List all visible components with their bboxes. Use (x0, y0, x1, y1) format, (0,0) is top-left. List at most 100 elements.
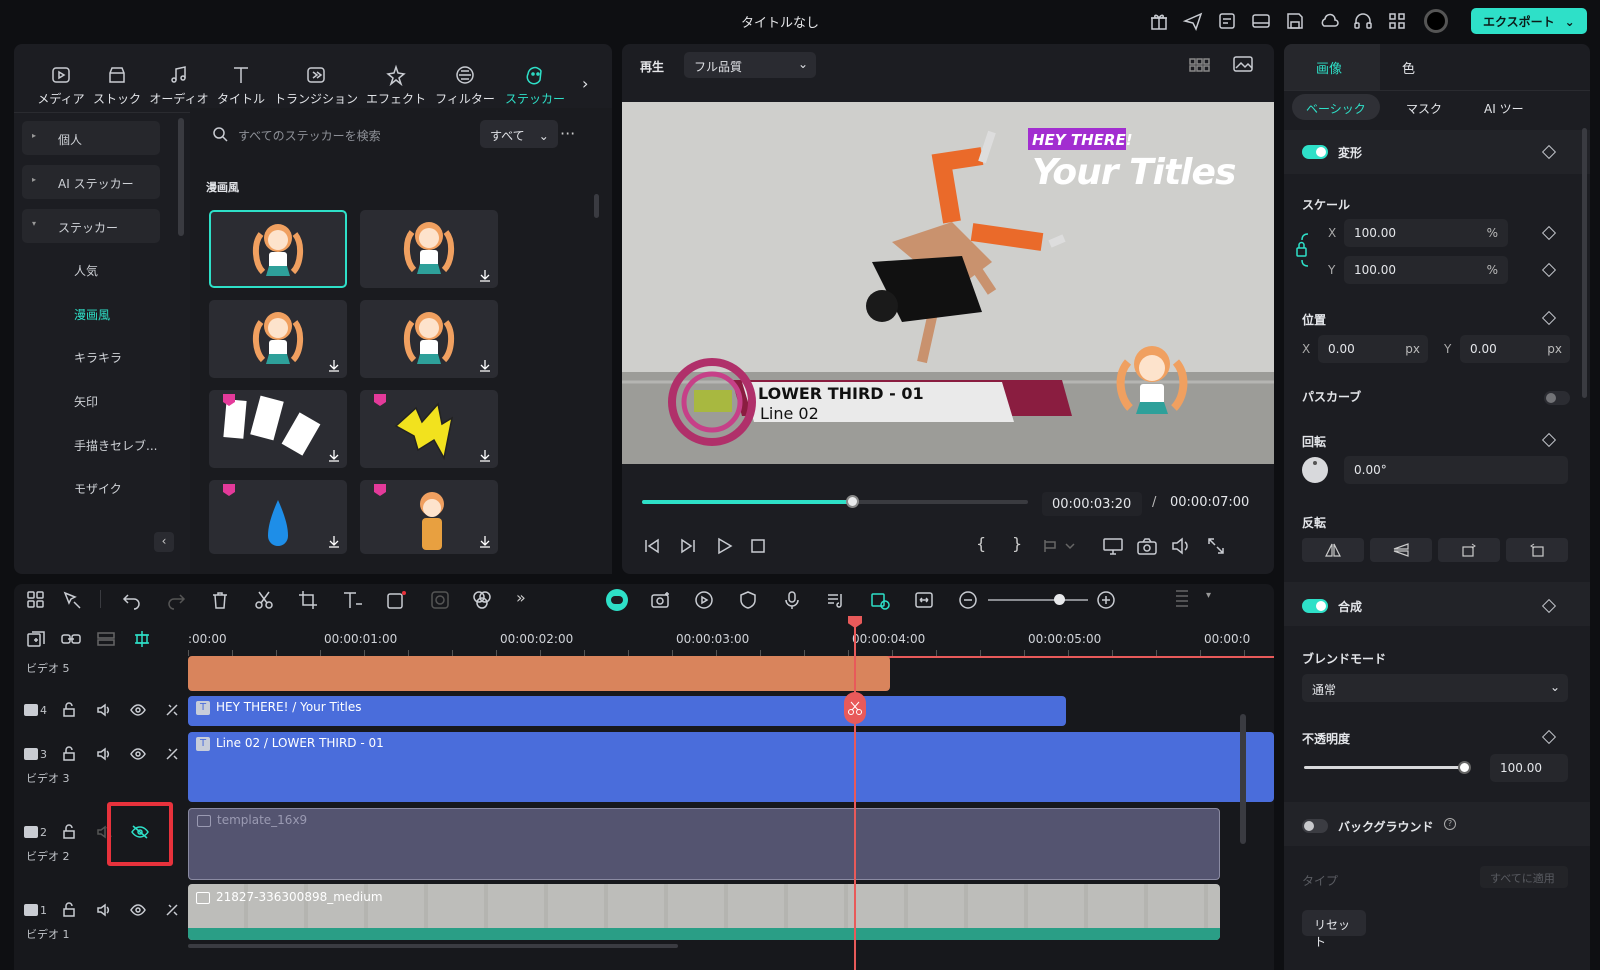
sidebar-scrollbar[interactable] (178, 118, 184, 236)
search-input[interactable]: すべてのステッカーを検索 (206, 120, 462, 148)
title-clip[interactable]: T HEY THERE! / Your Titles (188, 696, 1066, 726)
scale-y-input[interactable]: 100.00% (1344, 256, 1508, 284)
track-height-icon[interactable] (1174, 588, 1190, 612)
keyframe-icon[interactable] (1541, 432, 1557, 448)
sidebar-sub-arrow[interactable]: 矢印 (74, 393, 98, 410)
text-tool-icon[interactable] (342, 590, 364, 610)
sticker-thumb-8[interactable] (360, 480, 498, 554)
track-manager-icon[interactable] (96, 630, 116, 648)
lock-icon[interactable] (62, 824, 76, 840)
ai-assistant-icon[interactable] (606, 589, 628, 611)
mute-wand-icon[interactable] (164, 702, 180, 718)
keyframe-icon[interactable] (1541, 262, 1557, 278)
stop-icon[interactable] (748, 536, 768, 556)
cloud-icon[interactable] (1318, 10, 1340, 32)
sidebar-sub-sparkle[interactable]: キラキラ (74, 349, 122, 366)
lock-icon[interactable] (62, 746, 76, 762)
subtab-basic[interactable]: ベーシック (1292, 94, 1380, 120)
save-icon[interactable] (1284, 10, 1306, 32)
sticker-thumb-7[interactable] (209, 480, 347, 554)
tab-audio[interactable]: オーディオ (148, 64, 210, 107)
grid-view-icon[interactable] (1188, 56, 1210, 74)
task-icon[interactable] (1216, 10, 1238, 32)
tab-color[interactable]: 色 (1402, 58, 1415, 77)
shield-icon[interactable] (738, 590, 758, 610)
more-tools-icon[interactable]: » (516, 588, 526, 607)
select-tool-icon[interactable] (62, 590, 84, 610)
display-icon[interactable] (1102, 536, 1124, 556)
video-canvas[interactable]: HEY THERE! Your Titles LOWER THIRD - 01 … (622, 102, 1274, 464)
timeline-vscroll[interactable] (1240, 714, 1246, 844)
background-toggle[interactable] (1302, 819, 1328, 833)
sticker-thumb-2[interactable] (360, 210, 498, 288)
transform-toggle[interactable] (1302, 145, 1328, 159)
tab-sticker[interactable]: ステッカー (502, 64, 568, 107)
lock-icon[interactable] (1294, 230, 1318, 270)
props-scrollbar[interactable] (1582, 128, 1587, 398)
filter-dropdown[interactable]: すべて ⌄ (480, 120, 558, 148)
apps-icon[interactable] (1386, 10, 1408, 32)
eye-hidden-icon[interactable] (131, 824, 149, 840)
color-match-icon[interactable] (472, 590, 492, 610)
grid-scrollbar[interactable] (594, 194, 599, 218)
sticker-clip[interactable] (188, 656, 890, 691)
opacity-slider-knob[interactable] (1458, 761, 1471, 774)
current-time[interactable]: 00:00:03:20 (1042, 492, 1142, 516)
zoom-in-icon[interactable] (1096, 590, 1116, 610)
link-icon[interactable] (60, 630, 82, 648)
shape-icon[interactable] (386, 590, 408, 610)
undo-icon[interactable] (122, 590, 142, 610)
sidebar-sub-manga[interactable]: 漫画風 (74, 306, 110, 323)
fit-icon[interactable] (914, 590, 934, 610)
tab-effect[interactable]: エフェクト (364, 64, 428, 107)
rotate-cw-button[interactable] (1438, 538, 1500, 562)
blend-mode-dropdown[interactable]: 通常 ⌄ (1302, 674, 1568, 702)
tab-image[interactable]: 画像 (1316, 58, 1342, 77)
eye-icon[interactable] (130, 703, 146, 717)
position-y-input[interactable]: 0.00 px (1460, 335, 1570, 363)
caret-down-icon[interactable]: ▾ (1206, 590, 1211, 601)
rotate-ccw-button[interactable] (1506, 538, 1568, 562)
subtab-ai-tools[interactable]: AI ツー (1470, 94, 1538, 120)
sticker-thumb-4[interactable] (360, 300, 498, 378)
progress-knob[interactable] (846, 495, 859, 508)
layout-grid-icon[interactable] (26, 590, 46, 610)
sidebar-item-sticker[interactable]: ▾ ステッカー (22, 209, 160, 243)
keyframe-icon[interactable] (1541, 729, 1557, 745)
microphone-icon[interactable] (782, 590, 802, 610)
sticker-thumb-5[interactable] (209, 390, 347, 468)
snapshot-view-icon[interactable] (1232, 54, 1254, 74)
sticker-thumb-3[interactable] (209, 300, 347, 378)
layout-icon[interactable] (1250, 10, 1272, 32)
mute-wand-icon[interactable] (164, 902, 180, 918)
lock-icon[interactable] (62, 902, 76, 918)
eye-icon[interactable] (130, 903, 146, 917)
tab-title[interactable]: タイトル (212, 64, 270, 107)
crop-icon[interactable] (298, 590, 318, 610)
mark-in-icon[interactable]: { (976, 534, 986, 553)
auto-play-icon[interactable] (694, 590, 714, 610)
reset-button[interactable]: リセット (1302, 910, 1366, 949)
snap-icon[interactable] (132, 630, 152, 648)
chevron-right-icon[interactable]: › (582, 74, 588, 93)
zoom-out-icon[interactable] (958, 590, 978, 610)
fullscreen-icon[interactable] (1206, 536, 1226, 556)
camera-icon[interactable] (1136, 536, 1158, 556)
tab-filter[interactable]: フィルター (432, 64, 498, 107)
lower-third-clip[interactable]: T Line 02 / LOWER THIRD - 01 (188, 732, 1274, 802)
headset-icon[interactable] (1352, 10, 1374, 32)
play-icon[interactable] (714, 536, 734, 556)
flip-horizontal-button[interactable] (1302, 538, 1364, 562)
mark-out-icon[interactable]: } (1012, 534, 1022, 553)
template-clip[interactable]: template_16x9 (188, 808, 1220, 880)
audio-mix-icon[interactable] (826, 590, 846, 610)
volume-icon[interactable] (1170, 536, 1192, 556)
ai-camera-icon[interactable] (650, 590, 672, 610)
scissors-icon[interactable] (254, 590, 274, 610)
sidebar-sub-mosaic[interactable]: モザイク (74, 480, 122, 497)
playback-progress[interactable] (642, 495, 1028, 508)
composite-toggle[interactable] (1302, 599, 1328, 613)
zoom-slider-knob[interactable] (1054, 594, 1065, 605)
split-button[interactable] (844, 692, 866, 724)
speaker-icon[interactable] (96, 902, 112, 918)
